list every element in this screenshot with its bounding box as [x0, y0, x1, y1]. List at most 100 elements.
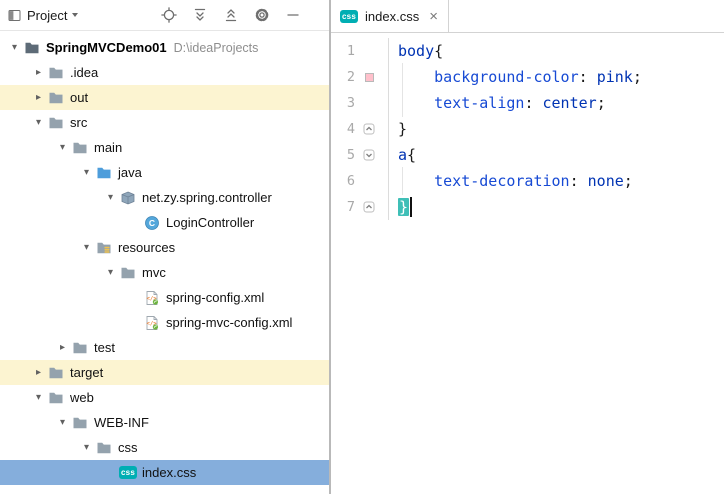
code-line-4: 4}	[331, 116, 724, 142]
gutter-annotation-cell	[355, 123, 383, 135]
tree-item-label: WEB-INF	[94, 415, 149, 430]
tree-item-label: test	[94, 340, 115, 355]
code-line-3: 3 text-align: center;	[331, 89, 724, 117]
chevron-collapsed-icon[interactable]: ▸	[30, 67, 47, 78]
project-view-selector[interactable]: Project	[27, 8, 79, 23]
tree-item-label: web	[70, 390, 94, 405]
chevron-expanded-icon[interactable]: ▾	[78, 442, 95, 453]
line-number: 3	[346, 95, 355, 111]
editor-gutter: 2	[331, 64, 389, 90]
code-text: a{	[389, 142, 416, 168]
expand-all-icon[interactable]	[192, 7, 208, 23]
chevron-collapsed-icon[interactable]: ▸	[30, 92, 47, 103]
code-text: }	[389, 194, 413, 220]
chevron-expanded-icon[interactable]: ▾	[78, 242, 95, 253]
tree-row--idea[interactable]: ▸ .idea	[0, 60, 329, 85]
project-tree[interactable]: ▾ SpringMVCDemo01 D:\ideaProjects ▸ .idea ▸ ou…	[0, 31, 329, 494]
xml-file-icon: </>	[143, 315, 161, 331]
tree-row-springmvcdemo01[interactable]: ▾ SpringMVCDemo01 D:\ideaProjects	[0, 35, 329, 60]
folder-icon	[47, 65, 65, 81]
folder-icon	[47, 390, 65, 406]
token-punct: }	[398, 198, 410, 216]
fold-marker-icon[interactable]	[363, 201, 375, 213]
token-value: center	[542, 94, 597, 112]
chevron-expanded-icon[interactable]: ▾	[102, 192, 119, 203]
editor-gutter: 5	[331, 142, 389, 168]
token-selector: body	[398, 42, 435, 60]
tree-row-index-css[interactable]: css index.css	[0, 460, 329, 485]
tree-row-java[interactable]: ▾ java	[0, 160, 329, 185]
tree-row-logincontroller[interactable]: C LoginController	[0, 210, 329, 235]
code-text: text-align: center;	[389, 89, 606, 117]
chevron-expanded-icon[interactable]: ▾	[6, 42, 23, 53]
line-number: 6	[346, 173, 355, 189]
tree-row-out[interactable]: ▸ out	[0, 85, 329, 110]
tree-row-net-zy-spring-controller[interactable]: ▾ net.zy.spring.controller	[0, 185, 329, 210]
folder-icon	[71, 340, 89, 356]
tree-row-resources[interactable]: ▾ resources	[0, 235, 329, 260]
chevron-expanded-icon[interactable]: ▾	[30, 392, 47, 403]
locate-icon[interactable]	[161, 7, 177, 23]
tree-item-label: spring-mvc-config.xml	[166, 315, 293, 330]
token-punct: :	[569, 172, 579, 190]
tree-item-label: java	[118, 165, 142, 180]
tree-row-web-inf[interactable]: ▾ WEB-INF	[0, 410, 329, 435]
tree-row-src[interactable]: ▾ src	[0, 110, 329, 135]
token-punct: }	[398, 120, 408, 138]
token-punct: ;	[596, 94, 606, 112]
editor-gutter: 6	[331, 168, 389, 194]
chevron-expanded-icon[interactable]: ▾	[54, 417, 71, 428]
project-tool-window-icon	[8, 9, 21, 22]
fold-marker-icon[interactable]	[363, 149, 375, 161]
editor-gutter: 3	[331, 90, 389, 116]
code-editor[interactable]: 1 body{2 background-color: pink; 3 text-al…	[331, 33, 724, 494]
tree-item-label: LoginController	[166, 215, 255, 230]
token-punct: {	[407, 146, 417, 164]
folder-source-icon	[95, 165, 113, 181]
chevron-expanded-icon[interactable]: ▾	[54, 142, 71, 153]
collapse-all-icon[interactable]	[223, 7, 239, 23]
editor-tab-index-css[interactable]: css index.css ×	[331, 0, 449, 32]
token-value: none	[587, 172, 624, 190]
tree-row-main[interactable]: ▾ main	[0, 135, 329, 160]
project-panel-header: Project	[0, 0, 329, 31]
folder-icon	[47, 365, 65, 381]
tree-item-label: .idea	[70, 65, 99, 80]
tree-row-spring-config-xml[interactable]: </> spring-config.xml	[0, 285, 329, 310]
color-preview-swatch[interactable]	[364, 72, 374, 82]
editor-tab-label: index.css	[365, 8, 420, 24]
folder-icon	[95, 440, 113, 456]
chevron-expanded-icon[interactable]: ▾	[30, 117, 47, 128]
hide-icon[interactable]	[285, 7, 301, 23]
token-property: text-decoration	[434, 172, 570, 190]
chevron-expanded-icon[interactable]: ▾	[102, 267, 119, 278]
line-number: 2	[346, 69, 355, 85]
tree-row-css[interactable]: ▾ css	[0, 435, 329, 460]
code-line-1: 1 body{	[331, 38, 724, 64]
close-tab-icon[interactable]: ×	[429, 9, 438, 24]
chevron-collapsed-icon[interactable]: ▸	[54, 342, 71, 353]
folder-icon	[47, 115, 65, 131]
tree-row-spring-mvc-config-xml[interactable]: </> spring-mvc-config.xml	[0, 310, 329, 335]
folder-icon	[119, 265, 137, 281]
tree-row-mvc[interactable]: ▾ mvc	[0, 260, 329, 285]
folder-resources-icon	[95, 240, 113, 256]
token-value: pink	[596, 68, 633, 86]
token-punct: :	[578, 68, 588, 86]
css-file-icon: css	[119, 465, 137, 481]
line-number: 1	[346, 43, 355, 59]
chevron-expanded-icon[interactable]: ▾	[78, 167, 95, 178]
tree-item-label: out	[70, 90, 89, 105]
tree-row-test[interactable]: ▸ test	[0, 335, 329, 360]
xml-file-icon: </>	[143, 290, 161, 306]
class-icon: C	[143, 215, 161, 231]
tree-row-target[interactable]: ▸ target	[0, 360, 329, 385]
tree-item-label: resources	[118, 240, 176, 255]
settings-icon[interactable]	[254, 7, 270, 23]
tree-row-web[interactable]: ▾ web	[0, 385, 329, 410]
gutter-annotation-cell	[355, 72, 383, 82]
token-punct: {	[434, 42, 444, 60]
chevron-collapsed-icon[interactable]: ▸	[30, 367, 47, 378]
code-line-5: 5 a{	[331, 142, 724, 168]
fold-marker-icon[interactable]	[363, 123, 375, 135]
